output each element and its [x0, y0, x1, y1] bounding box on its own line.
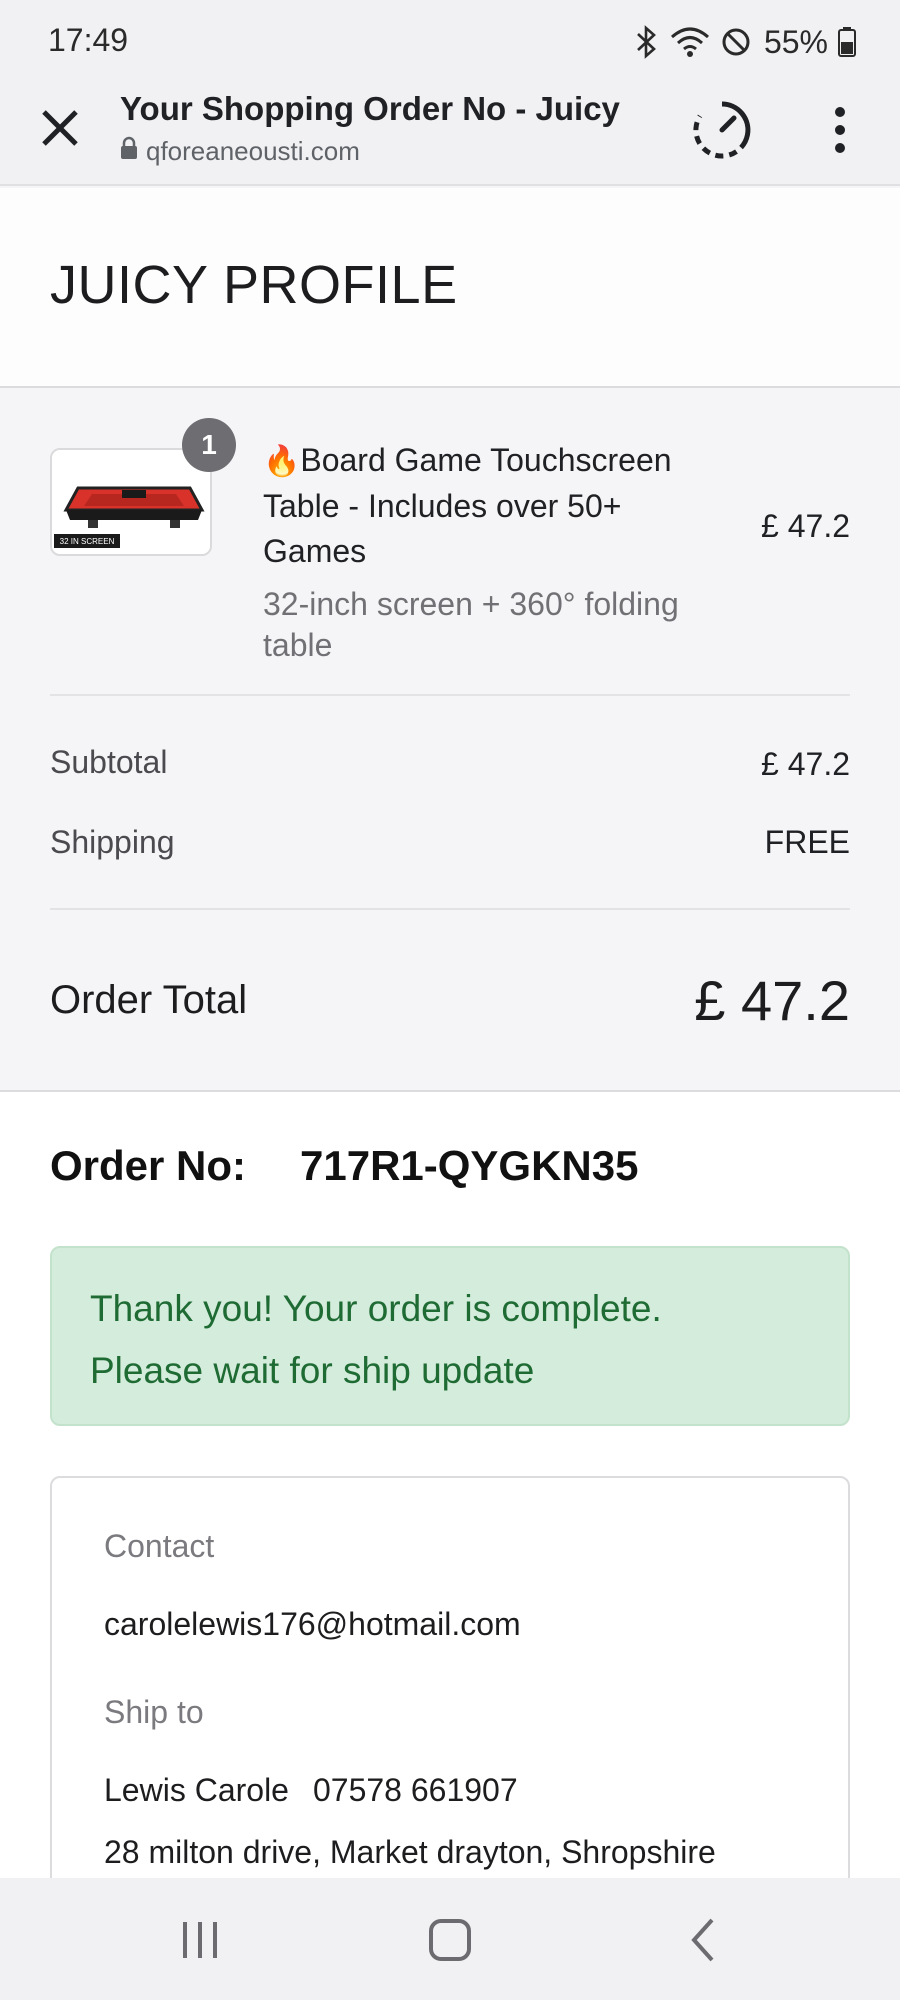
- quantity-badge: 1: [182, 418, 236, 472]
- order-total-label: Order Total: [50, 978, 248, 1022]
- recents-icon[interactable]: [170, 1912, 230, 1968]
- url-text: qforeaneousti.com: [146, 136, 360, 166]
- divider: [50, 908, 850, 910]
- more-vert-icon[interactable]: [822, 102, 858, 158]
- shop-header: JUICY PROFILE: [0, 188, 900, 388]
- timer-icon[interactable]: [690, 98, 754, 162]
- product-name-text: Board Game Touchscreen Table - Includes …: [263, 442, 672, 569]
- navigation-bar: [0, 1878, 900, 2000]
- ship-to-name-line: Lewis Carole 07578 661907: [104, 1772, 518, 1809]
- contact-label: Contact: [104, 1528, 215, 1564]
- battery-percentage: 55%: [763, 23, 828, 60]
- lock-icon: [120, 136, 138, 167]
- bluetooth-icon: [634, 25, 660, 59]
- order-number-label: Order No:: [50, 1142, 247, 1189]
- page-title: Your Shopping Order No - Juicy: [120, 90, 620, 127]
- url-display[interactable]: qforeaneousti.com: [120, 136, 360, 167]
- order-summary: 32 IN SCREEN 1 🔥Board Game Touchscreen T…: [0, 388, 900, 1092]
- contact-email: carolelewis176@hotmail.com: [104, 1606, 521, 1642]
- customer-name: Lewis Carole: [104, 1772, 289, 1808]
- brand-name[interactable]: JUICY PROFILE: [50, 254, 458, 316]
- thumb-caption: 32 IN SCREEN: [60, 537, 115, 546]
- status-time: 17:49: [48, 22, 129, 58]
- order-confirmation: Order No: 717R1-QYGKN35 Thank you! Your …: [0, 1092, 900, 1936]
- ship-to-label: Ship to: [104, 1694, 204, 1730]
- product-variant: 32-inch screen + 360° folding table: [263, 586, 679, 663]
- back-icon[interactable]: [674, 1912, 734, 1968]
- product-price: £ 47.2: [761, 508, 850, 544]
- subtotal-value: £ 47.2: [761, 746, 850, 782]
- shipping-value: FREE: [764, 824, 850, 860]
- customer-phone: 07578 661907: [312, 1772, 518, 1808]
- product-image: 32 IN SCREEN: [50, 448, 212, 556]
- do-not-disturb-icon: [720, 26, 752, 58]
- status-icons: 55%: [634, 20, 856, 64]
- order-number-value: 717R1-QYGKN35: [300, 1142, 639, 1189]
- browser-toolbar: Your Shopping Order No - Juicy qforeaneo…: [0, 76, 900, 186]
- divider: [50, 694, 850, 696]
- product-name: 🔥Board Game Touchscreen Table - Includes…: [263, 438, 723, 574]
- order-total-value: £ 47.2: [694, 969, 850, 1032]
- shipping-label: Shipping: [50, 824, 175, 860]
- status-bar: 17:49 55%: [0, 0, 900, 76]
- subtotal-label: Subtotal: [50, 744, 168, 780]
- fire-icon: 🔥: [263, 445, 301, 478]
- wifi-icon: [670, 25, 710, 59]
- customer-info-card: Contact carolelewis176@hotmail.com Ship …: [50, 1476, 850, 1936]
- success-message-line2: Please wait for ship update: [90, 1350, 535, 1391]
- success-notice: Thank you! Your order is complete. Pleas…: [50, 1246, 850, 1426]
- close-icon[interactable]: [38, 106, 82, 150]
- success-message-line1: Thank you! Your order is complete.: [90, 1288, 662, 1329]
- battery-icon: [838, 27, 856, 57]
- home-icon[interactable]: [420, 1912, 480, 1968]
- ship-to-address: 28 milton drive, Market drayton, Shropsh…: [104, 1834, 716, 1870]
